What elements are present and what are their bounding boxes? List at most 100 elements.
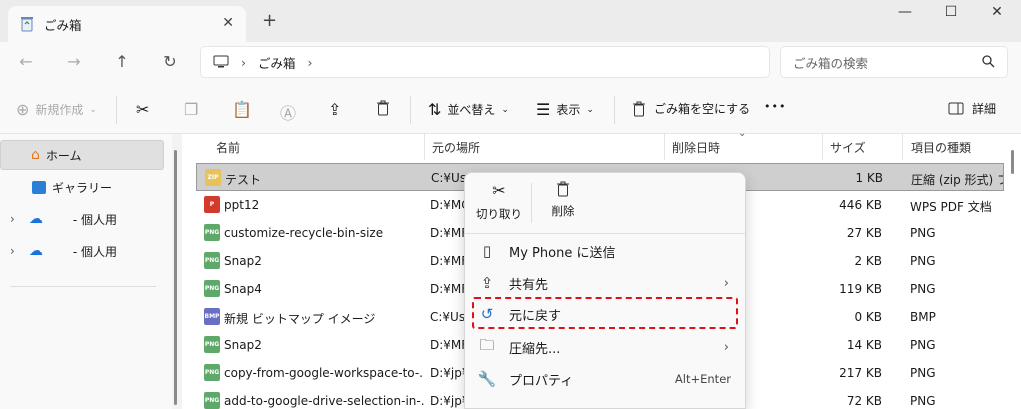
file-size: 72 KB [846, 394, 882, 408]
cut-label: 切り取り [476, 207, 522, 221]
file-name: テスト [225, 173, 262, 187]
sort-label: 並べ替え [447, 103, 496, 117]
breadcrumb-chevron-icon[interactable]: › [241, 55, 246, 70]
tab-recycle-bin[interactable]: ごみ箱 ✕ [8, 6, 246, 42]
rename-icon: Ⓐ [280, 104, 297, 123]
delete-button[interactable] [376, 100, 390, 116]
sidebar-item-label: - 個人用 [72, 244, 117, 259]
sidebar-item-gallery[interactable]: ギャラリー [0, 172, 164, 202]
file-name: add-to-google-drive-selection-in-... [224, 394, 424, 408]
file-type: BMP [910, 310, 936, 324]
menu-item-send-to-phone[interactable]: ▯ My Phone に送信 [465, 236, 745, 266]
cloud-icon: ☁ [28, 243, 43, 259]
title-bar: ごみ箱 ✕ + — ☐ ✕ [0, 0, 1021, 42]
column-header-name[interactable]: 名前 [216, 134, 240, 160]
png-file-icon: PNG [204, 224, 220, 241]
close-tab-icon[interactable]: ✕ [222, 15, 234, 31]
submenu-chevron-icon: › [723, 275, 729, 291]
phone-icon: ▯ [482, 242, 492, 260]
file-name: copy-from-google-workspace-to-... [224, 366, 424, 380]
forward-button[interactable]: → [62, 52, 86, 71]
sidebar-item-onedrive-2[interactable]: › ☁ - 個人用 [0, 236, 164, 266]
file-size: 119 KB [839, 282, 882, 296]
png-file-icon: PNG [204, 280, 220, 297]
file-type: WPS PDF 文档 [910, 200, 992, 214]
shortcut-label: Alt+Enter [674, 372, 731, 386]
expand-chevron-icon[interactable]: › [10, 244, 15, 258]
file-type: PNG [910, 394, 936, 408]
scissors-icon: ✂ [136, 100, 150, 119]
file-name: 新規 ビットマップ イメージ [224, 312, 376, 326]
zip-file-icon: ZIP [205, 169, 221, 186]
up-button[interactable]: ↑ [110, 52, 134, 71]
toolbar-divider [116, 96, 117, 124]
file-name: Snap2 [224, 254, 262, 268]
sort-button[interactable]: ⇅ 並べ替え ⌄ [428, 100, 509, 119]
column-header-location[interactable]: 元の場所 [432, 134, 480, 160]
column-divider[interactable] [902, 134, 903, 160]
new-tab-button[interactable]: + [262, 12, 277, 30]
sidebar-item-home[interactable]: ⌂ ホーム [0, 140, 164, 170]
file-size: 217 KB [839, 366, 882, 380]
expand-chevron-icon[interactable]: › [10, 212, 15, 226]
empty-recycle-bin-button[interactable]: ごみ箱を空にする [632, 100, 750, 117]
search-input[interactable]: ごみ箱の検索 [780, 46, 1008, 78]
png-file-icon: PNG [204, 392, 220, 409]
paste-button[interactable]: 📋 [232, 100, 258, 119]
context-delete-button[interactable]: 削除 [533, 181, 593, 219]
details-pane-button[interactable]: 詳細 [948, 100, 996, 117]
ppt-file-icon: P [204, 196, 220, 213]
png-file-icon: PNG [204, 336, 220, 353]
column-header-type[interactable]: 項目の種類 [911, 134, 971, 160]
more-options-button[interactable]: ••• [764, 100, 786, 113]
rename-button[interactable]: Ⓐ [280, 100, 302, 124]
column-divider[interactable] [664, 134, 665, 160]
column-divider[interactable] [822, 134, 823, 160]
column-header-size[interactable]: サイズ [830, 134, 866, 160]
menu-divider [531, 183, 532, 223]
toolbar-divider [614, 96, 615, 124]
file-size: 0 KB [854, 310, 882, 324]
menu-item-properties[interactable]: 🔧 プロパティ Alt+Enter [465, 364, 745, 394]
more-icon: ••• [764, 100, 787, 113]
empty-bin-label: ごみ箱を空にする [654, 102, 751, 116]
new-button[interactable]: ⊕ 新規作成 ⌄ [16, 100, 97, 119]
copy-button[interactable]: ❐ [184, 100, 204, 119]
file-name: customize-recycle-bin-size [224, 226, 384, 240]
file-type: PNG [910, 282, 936, 296]
share-button[interactable]: ⇪ [328, 100, 347, 119]
cut-button[interactable]: ✂ [136, 100, 155, 119]
wrench-icon: 🔧 [477, 370, 497, 388]
back-button[interactable]: ← [14, 52, 38, 71]
navigation-bar: ← → ↑ ↻ › ごみ箱 › ごみ箱の検索 [0, 42, 1021, 86]
trash-icon [557, 181, 569, 197]
delete-label: 削除 [551, 204, 575, 218]
view-button[interactable]: ☰ 表示 ⌄ [536, 100, 594, 119]
sidebar-scrollbar[interactable] [174, 150, 177, 405]
trash-icon [633, 101, 645, 116]
minimize-button[interactable]: — [890, 4, 920, 20]
sidebar-item-label: ホーム [45, 148, 82, 163]
context-cut-button[interactable]: ✂ 切り取り [469, 181, 529, 222]
menu-item-label: 圧縮先... [509, 341, 561, 357]
file-list-scrollbar[interactable] [1011, 150, 1014, 174]
refresh-button[interactable]: ↻ [158, 52, 182, 71]
close-window-button[interactable]: ✕ [982, 4, 1012, 20]
sidebar-item-onedrive-1[interactable]: › ☁ - 個人用 [0, 204, 164, 234]
trash-icon [377, 100, 389, 116]
maximize-button[interactable]: ☐ [936, 4, 966, 20]
breadcrumb-recycle-bin[interactable]: ごみ箱 [258, 53, 296, 72]
file-type: PNG [910, 226, 936, 240]
home-icon: ⌂ [31, 147, 40, 163]
png-file-icon: PNG [204, 364, 220, 381]
context-menu: ✂ 切り取り 削除 ▯ My Phone に送信 ⇪ 共有先 › ↺ 元に戻す … [464, 172, 746, 409]
sort-icon: ⇅ [428, 100, 442, 119]
tab-title: ごみ箱 [44, 17, 82, 33]
column-divider[interactable] [424, 134, 425, 160]
column-header-deleted[interactable]: 削除日時 [672, 134, 720, 160]
menu-item-compress[interactable]: 🗀 圧縮先... › [465, 332, 745, 362]
search-icon [982, 55, 995, 68]
address-bar[interactable]: › ごみ箱 › [200, 46, 770, 78]
menu-item-share[interactable]: ⇪ 共有先 › [465, 268, 745, 298]
breadcrumb-chevron-icon[interactable]: › [308, 55, 313, 70]
